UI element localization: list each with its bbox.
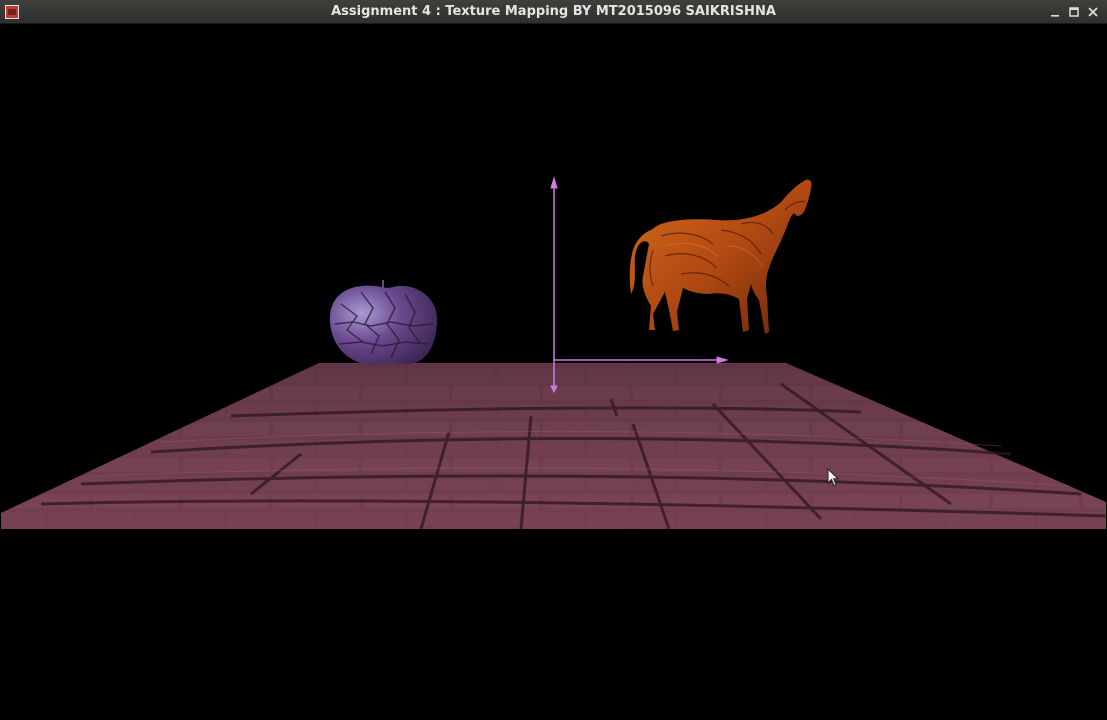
- scene-canvas[interactable]: [1, 24, 1106, 719]
- mouse-cursor-icon: [827, 468, 839, 487]
- close-icon[interactable]: [1085, 4, 1101, 20]
- app-window: Assignment 4 : Texture Mapping BY MT2015…: [0, 0, 1107, 720]
- title-bar[interactable]: Assignment 4 : Texture Mapping BY MT2015…: [0, 0, 1107, 24]
- minimize-icon[interactable]: [1047, 4, 1063, 20]
- window-title: Assignment 4 : Texture Mapping BY MT2015…: [331, 4, 776, 19]
- apple-model: [329, 280, 437, 365]
- opengl-viewport[interactable]: [1, 24, 1106, 719]
- maximize-icon[interactable]: [1066, 4, 1082, 20]
- horse-model: [629, 179, 812, 334]
